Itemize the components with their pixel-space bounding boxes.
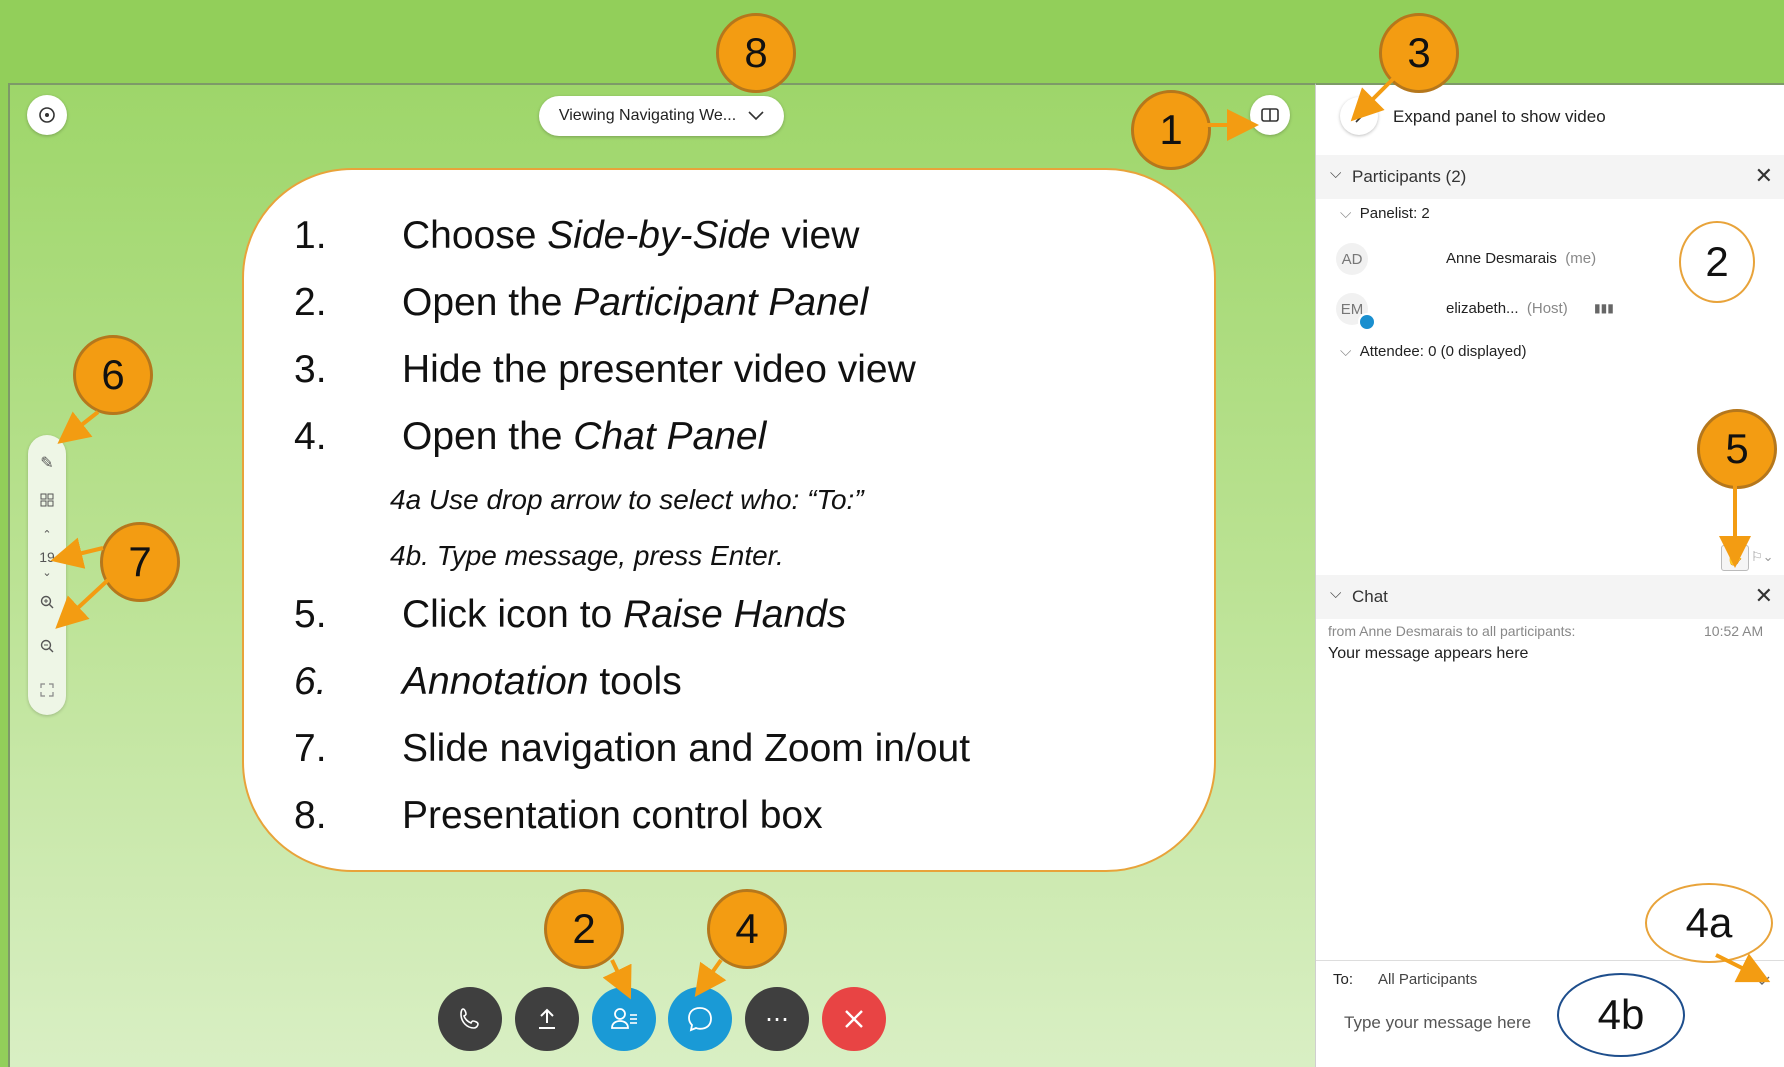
arrow-6 (57, 410, 100, 444)
arrow-7b (55, 578, 110, 629)
arrow-7a (50, 537, 104, 569)
arrow-4 (694, 958, 727, 998)
arrow-3 (1350, 75, 1397, 122)
arrow-4a (1715, 953, 1771, 983)
arrow-2-bottom (602, 959, 632, 1000)
callout-arrows (50, 75, 1771, 1000)
